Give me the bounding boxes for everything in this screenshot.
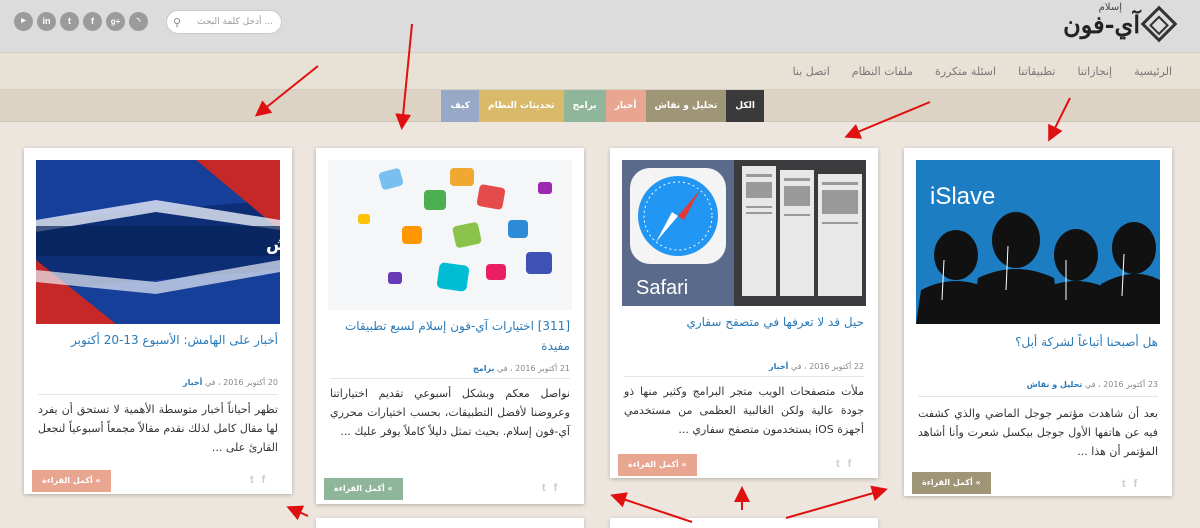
post-meta: 23 أكتوبر 2016 ، في تحليل و نقاش [918,380,1158,389]
category-all[interactable]: الكل [726,90,764,122]
category-apps[interactable]: برامج [563,90,606,122]
post-card: Safari حيل قد لا تعرفها في متصفح سفاري 2… [610,148,878,478]
facebook-share-icon[interactable]: f [262,474,266,486]
post-meta: 22 أكتوبر 2016 ، في أخبار [624,362,864,371]
post-meta-in: ، في [204,378,221,387]
share-icons: t f [542,482,557,494]
post-excerpt: ملأت متصفحات الويب متجر البرامج وكثير من… [624,385,864,436]
logo-subtitle: إسلام [1098,2,1122,13]
category-updates[interactable]: تحديثات النظام [479,90,564,122]
linkedin-icon[interactable]: in [37,12,56,31]
divider [38,394,278,395]
post-title[interactable]: حيل قد لا تعرفها في متصفح سفاري [624,312,864,332]
category-analysis[interactable]: تحليل و نقاش [645,90,727,122]
post-excerpt: بعد أن شاهدت مؤتمر جوجل الماضي والذي كشف… [918,407,1158,458]
facebook-share-icon[interactable]: f [848,458,852,470]
facebook-share-icon[interactable]: f [554,482,558,494]
top-bar: ▶ in t f g+ ◝ ⚲ أدخل كلمة البحث ... إسلا… [0,0,1200,52]
divider [624,376,864,377]
category-news[interactable]: أخبار [605,90,646,122]
annotation-arrow [785,485,888,519]
read-more-button[interactable]: أكمل القراءة « [912,472,991,494]
post-date: 22 أكتوبر 2016 [809,362,864,371]
post-category-link[interactable]: برامج [473,364,494,373]
nav-item-home[interactable]: الرئيسية [1134,53,1172,91]
twitter-share-icon[interactable]: t [1122,478,1126,490]
post-excerpt: تظهر أحياناً أخبار متوسطة الأهمية لا تست… [38,403,278,454]
divider [330,378,570,379]
logo-text: آي-فون [1063,9,1140,39]
post-category-link[interactable]: أخبار [183,378,202,387]
google-plus-icon[interactable]: g+ [106,12,125,31]
post-image-news-margin[interactable]: أخبار على الهامش [36,160,280,324]
facebook-share-icon[interactable]: f [1134,478,1138,490]
main-nav: الرئيسية إنجازاتنا تطبيقاتنا اسئلة متكرر… [0,52,1200,90]
share-icons: t f [1122,478,1137,490]
post-title[interactable]: [311] اختيارات آي-فون إسلام لسبع تطبيقات… [330,316,570,356]
post-date: 23 أكتوبر 2016 [1103,380,1158,389]
post-meta: 21 أكتوبر 2016 ، في برامج [330,364,570,373]
category-filter-bar: الكل تحليل و نقاش أخبار برامج تحديثات ال… [0,90,1200,122]
post-date: 20 أكتوبر 2016 [223,378,278,387]
category-howto[interactable]: كيف [441,90,479,122]
safari-image-text: Safari [636,277,688,299]
facebook-icon[interactable]: f [83,12,102,31]
social-links: ▶ in t f g+ ◝ [14,12,148,31]
post-meta: 20 أكتوبر 2016 ، في أخبار [38,378,278,387]
read-more-button[interactable]: أكمل القراءة « [618,454,697,476]
nav-item-contact[interactable]: اتصل بنا [793,53,830,91]
islave-image-text: iSlave [930,183,995,210]
post-card-partial [610,518,878,528]
twitter-share-icon[interactable]: t [250,474,254,486]
twitter-icon[interactable]: t [60,12,79,31]
annotation-arrow [286,505,309,521]
post-date: 21 أكتوبر 2016 [515,364,570,373]
nav-item-achievements[interactable]: إنجازاتنا [1077,53,1112,91]
post-category-link[interactable]: تحليل و نقاش [1027,380,1083,389]
search-icon[interactable]: ⚲ [173,12,181,34]
nav-item-faq[interactable]: اسئلة متكررة [935,53,996,91]
post-title[interactable]: هل أصبحنا أتباعاً لشركة أبل؟ [918,332,1158,352]
post-image-safari[interactable]: Safari [622,160,866,306]
post-meta-in: ، في [496,364,513,373]
post-excerpt: نواصل معكم وبشكل أسبوعي تقديم اختياراتنا… [330,387,570,438]
share-icons: t f [836,458,851,470]
nav-item-system-files[interactable]: ملفات النظام [852,53,913,91]
read-more-button[interactable]: أكمل القراءة « [324,478,403,500]
read-more-button[interactable]: أكمل القراءة « [32,470,111,492]
post-card: أخبار على الهامش أخبار على الهامش: الأسب… [24,148,292,494]
twitter-share-icon[interactable]: t [836,458,840,470]
nav-item-apps[interactable]: تطبيقاتنا [1018,53,1055,91]
rss-icon[interactable]: ◝ [129,12,148,31]
post-category-link[interactable]: أخبار [769,362,788,371]
post-title[interactable]: أخبار على الهامش: الأسبوع 13-20 أكتوبر [38,330,278,350]
post-card: [311] اختيارات آي-فون إسلام لسبع تطبيقات… [316,148,584,504]
twitter-share-icon[interactable]: t [542,482,546,494]
post-image-apps[interactable] [328,160,572,310]
search-placeholder: أدخل كلمة البحث ... [197,17,273,27]
post-card: iSlave هل أصبحنا أتباعاً لشركة أبل؟ 23 أ… [904,148,1172,496]
post-meta-in: ، في [790,362,807,371]
share-icons: t f [250,474,265,486]
divider [918,396,1158,397]
post-image-islave[interactable]: iSlave [916,160,1160,324]
youtube-icon[interactable]: ▶ [14,12,33,31]
post-meta-in: ، في [1084,380,1101,389]
post-card-partial [316,518,584,528]
logo-icon [1140,5,1178,43]
search-input[interactable]: ⚲ أدخل كلمة البحث ... [166,10,282,34]
news-margin-image-text: أخبار على الهامش [266,233,280,255]
site-logo[interactable]: إسلام آي-فون [1063,2,1178,46]
